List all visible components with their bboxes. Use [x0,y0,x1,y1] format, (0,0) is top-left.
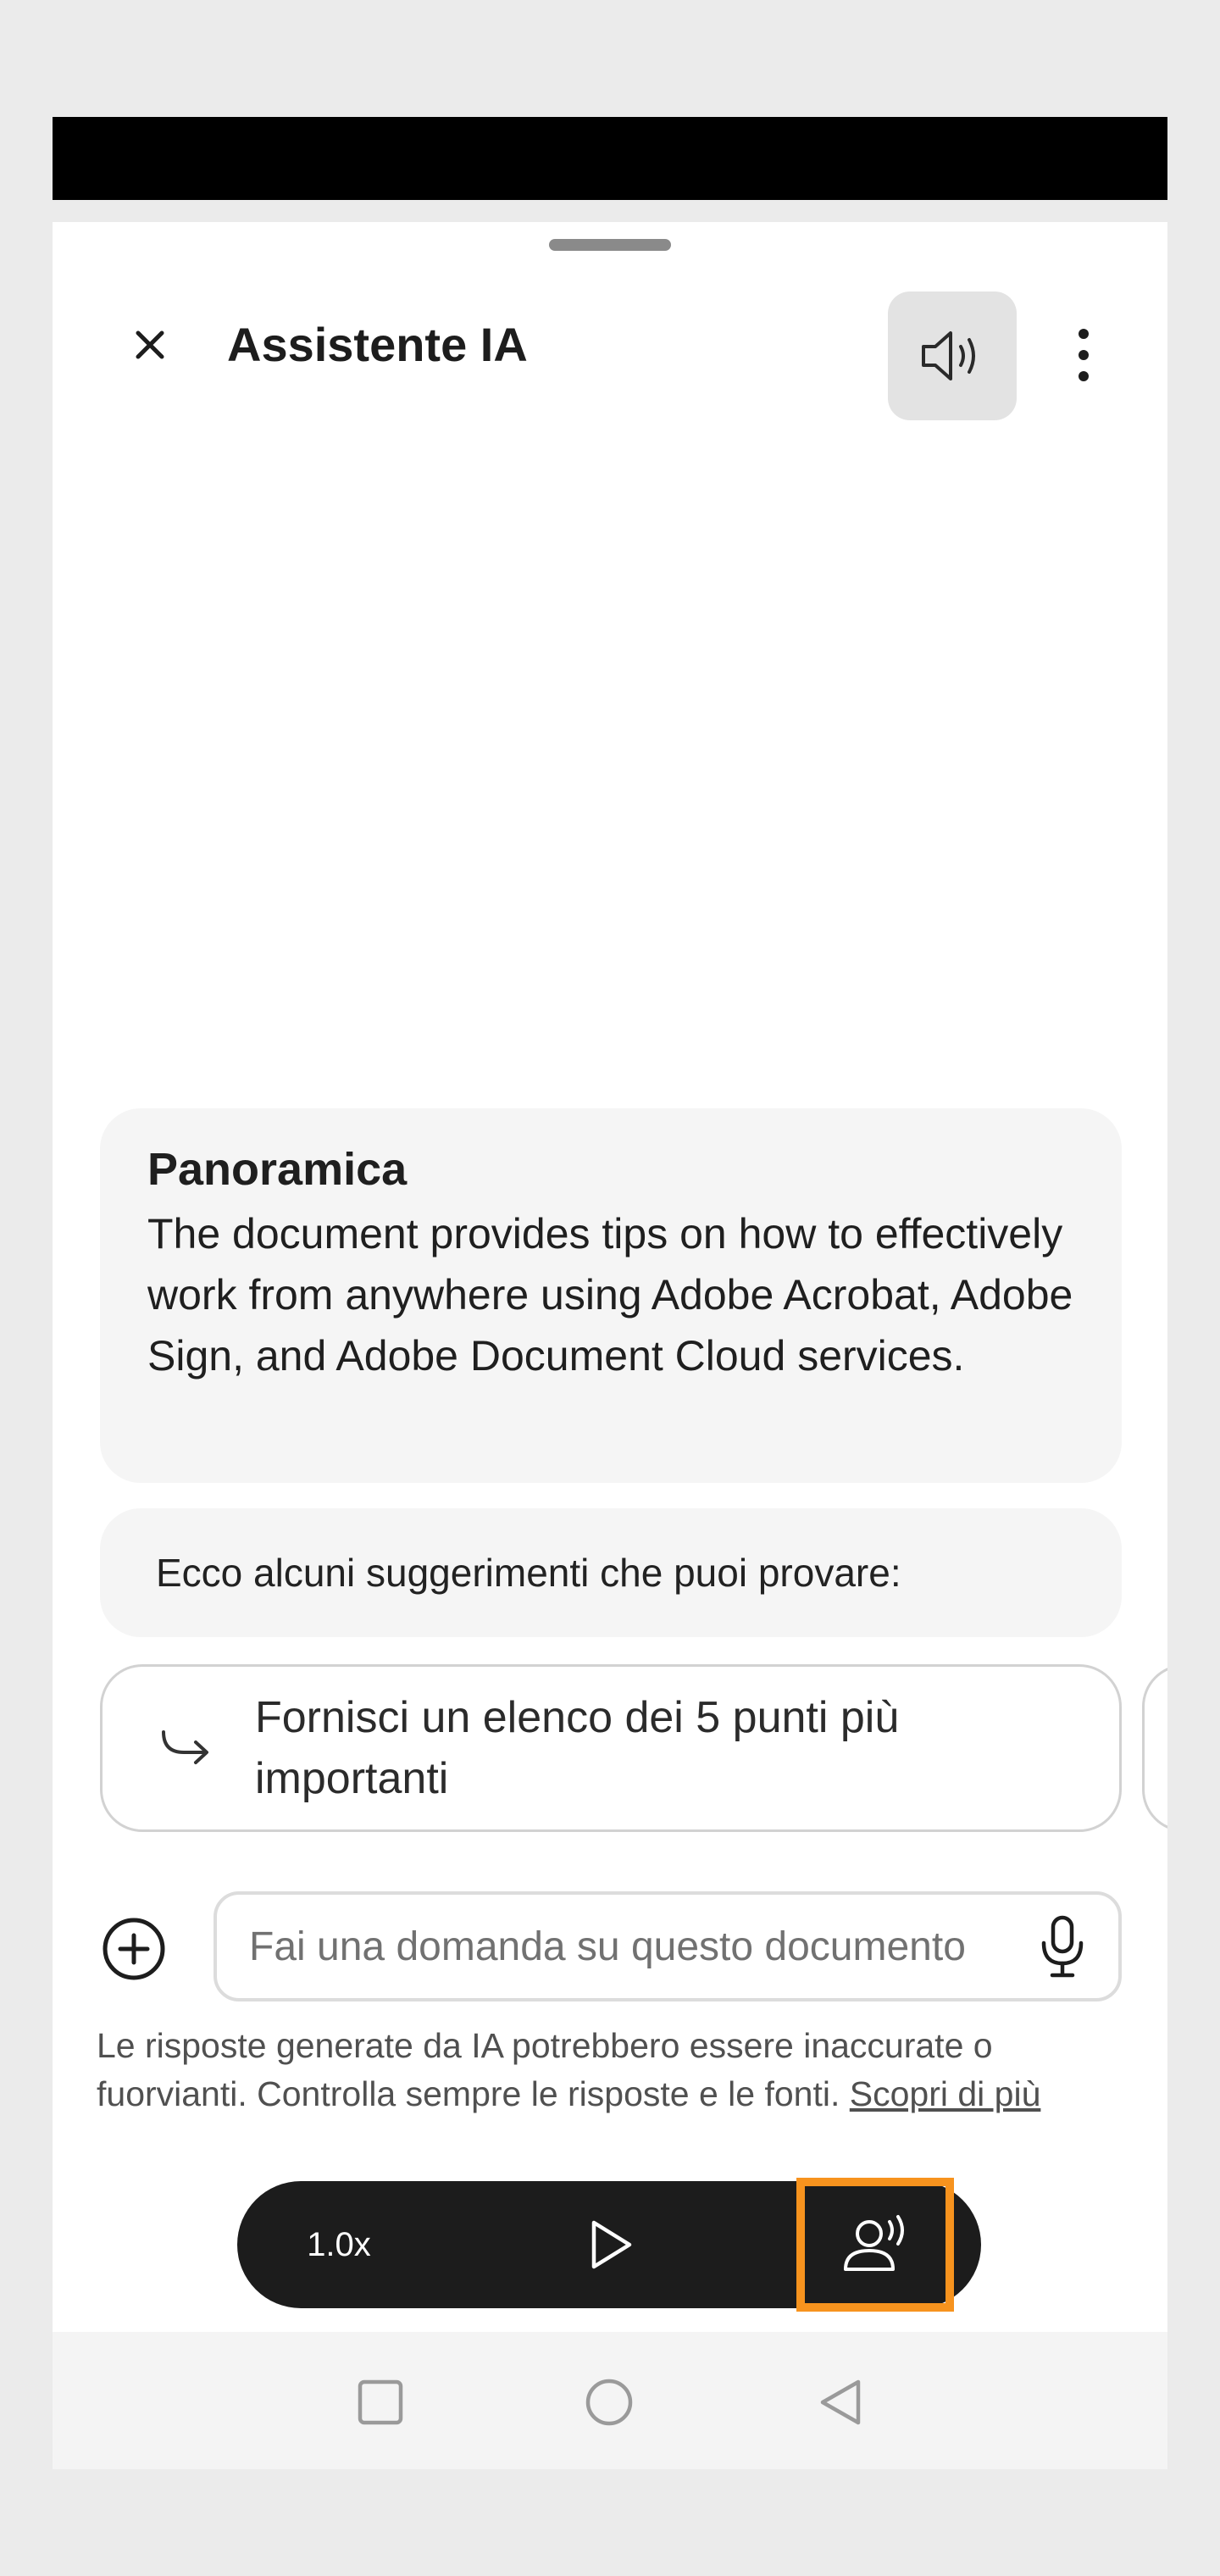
suggestions-hint: Ecco alcuni suggerimenti che puoi provar… [100,1508,1122,1637]
recent-apps-button[interactable] [342,2364,419,2440]
suggestion-label: Fornisci un elenco dei 5 punti più impor… [255,1693,900,1803]
play-icon [591,2220,632,2269]
assistant-panel: Assistente IA Panoramica The document pr… [53,222,1167,2469]
microphone-button[interactable] [1029,1908,1096,1985]
voice-selection-button[interactable] [796,2178,954,2312]
playback-speed-button[interactable]: 1.0x [288,2181,390,2308]
close-button[interactable] [112,307,188,383]
circle-icon [585,2379,633,2426]
home-button[interactable] [571,2364,647,2440]
close-icon [136,330,164,359]
audio-player: 1.0x [237,2178,981,2312]
square-icon [358,2379,403,2425]
suggestion-chip-next[interactable] [1142,1664,1167,1832]
add-attachment-button[interactable] [95,1910,173,1988]
suggestion-chip[interactable]: Fornisci un elenco dei 5 punti più impor… [100,1664,1122,1832]
page-title: Assistente IA [227,318,528,371]
question-input[interactable] [249,1923,1029,1970]
summary-body: The document provides tips on how to eff… [147,1210,1073,1380]
ai-disclaimer: Le risposte generate da IA potrebbero es… [97,2022,1130,2118]
more-options-button[interactable] [1045,308,1122,402]
more-vertical-icon [1079,329,1089,381]
back-triangle-icon [820,2379,861,2425]
system-navigation-bar [53,2332,1167,2469]
audio-button[interactable] [888,291,1017,420]
voice-person-icon [844,2215,904,2271]
summary-title: Panoramica [147,1144,408,1195]
arrow-return-icon [162,1730,208,1764]
status-bar [53,117,1167,200]
back-button[interactable] [801,2364,878,2440]
microphone-icon [1041,1915,1084,1978]
learn-more-link[interactable]: Scopri di più [850,2074,1041,2113]
speaker-icon [922,331,975,380]
question-field [214,1891,1122,2001]
plus-circle-icon [103,1918,165,1980]
summary-card: Panoramica The document provides tips on… [100,1108,1122,1483]
drag-handle[interactable] [549,239,671,251]
play-button[interactable] [573,2207,649,2283]
